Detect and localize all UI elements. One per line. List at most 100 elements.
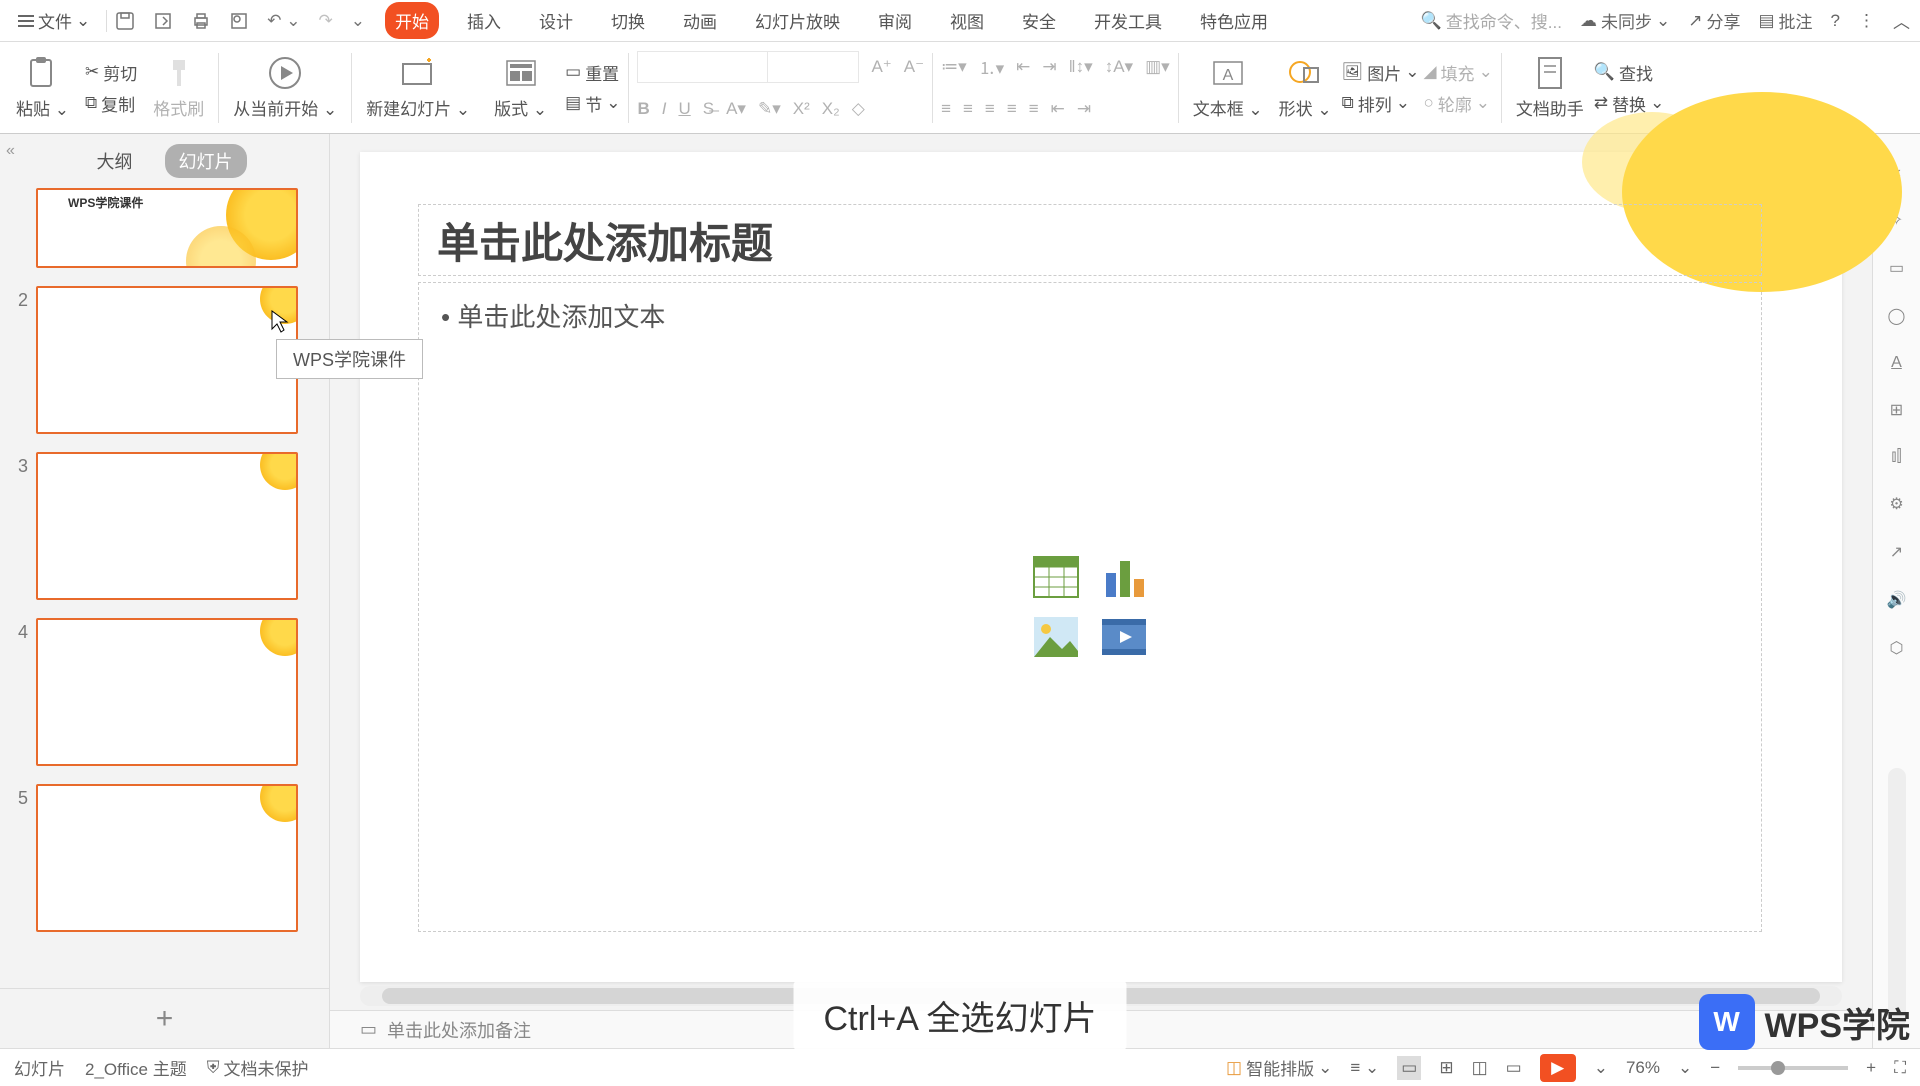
distribute-button[interactable]: ≡ xyxy=(1029,99,1039,119)
export-icon[interactable] xyxy=(153,11,173,31)
numbering-button[interactable]: ⒈▾ xyxy=(979,54,1005,79)
rt-chart-icon[interactable]: ⫾⫿ xyxy=(1891,448,1901,466)
tab-slideshow[interactable]: 幻灯片放映 xyxy=(745,2,850,39)
tab-addins[interactable]: 特色应用 xyxy=(1190,2,1278,39)
textbox-button[interactable]: A 文本框 ⌄ xyxy=(1187,55,1269,120)
insert-video-icon[interactable] xyxy=(1100,615,1148,659)
smart-layout-button[interactable]: ◫智能排版 ⌄ xyxy=(1226,1055,1332,1080)
redo-icon[interactable]: ↷ xyxy=(318,11,332,31)
tab-transitions[interactable]: 切换 xyxy=(601,2,655,39)
layout-button[interactable]: 版式 ⌄ xyxy=(488,55,553,120)
text-direction-button[interactable]: ↕A▾ xyxy=(1105,57,1133,77)
align-center-button[interactable]: ≡ xyxy=(963,99,973,119)
bold-button[interactable]: B xyxy=(637,99,649,119)
status-protection[interactable]: ⛨文档未保护 xyxy=(207,1055,309,1080)
font-name-input[interactable] xyxy=(638,52,768,82)
rt-circle-icon[interactable]: ◯ xyxy=(1888,306,1906,326)
superscript-button[interactable]: X² xyxy=(793,99,810,119)
collapse-ribbon-icon[interactable]: ︿ xyxy=(1893,8,1910,33)
rt-grid-icon[interactable]: ⊞ xyxy=(1890,400,1903,420)
find-button[interactable]: 🔍查找 xyxy=(1594,60,1665,85)
highlight-button[interactable]: ✎▾ xyxy=(758,99,781,119)
view-slideshow-icon[interactable]: ▭ xyxy=(1506,1058,1522,1078)
doc-helper-button[interactable]: 文档助手 xyxy=(1510,55,1590,120)
comment-button[interactable]: ▤批注 xyxy=(1758,8,1812,33)
copy-button[interactable]: ⧉复制 xyxy=(85,91,137,116)
insert-table-icon[interactable] xyxy=(1032,555,1080,599)
panel-tab-outline[interactable]: 大纲 xyxy=(83,144,147,178)
rt-export-icon[interactable]: ↗ xyxy=(1890,542,1903,562)
zoom-in-button[interactable]: + xyxy=(1866,1058,1876,1078)
insert-chart-icon[interactable] xyxy=(1100,555,1148,599)
fill-button[interactable]: ◢填充 ⌄ xyxy=(1423,60,1492,85)
qat-customize-icon[interactable]: ⌄ xyxy=(351,11,365,31)
preview-icon[interactable] xyxy=(229,11,249,31)
file-menu[interactable]: 文件 ⌄ xyxy=(10,4,98,37)
share-button[interactable]: ↗分享 xyxy=(1688,8,1740,33)
picture-button[interactable]: 🖼图片 ⌄ xyxy=(1342,60,1420,85)
outline-button[interactable]: ○轮廓 ⌄ xyxy=(1423,91,1492,116)
align-left-button[interactable]: ≡ xyxy=(941,99,951,119)
tab-review[interactable]: 审阅 xyxy=(868,2,922,39)
view-notes-icon[interactable]: ≡ ⌄ xyxy=(1350,1058,1379,1078)
format-painter-button[interactable]: 格式刷 xyxy=(147,55,210,120)
slide-thumbnail-3[interactable] xyxy=(36,452,298,600)
fit-window-icon[interactable]: ⛶ xyxy=(1894,1058,1906,1078)
vertical-scrollbar[interactable] xyxy=(1888,768,1906,1028)
from-current-button[interactable]: 从当前开始 ⌄ xyxy=(227,55,343,120)
panel-tab-slides[interactable]: 幻灯片 xyxy=(165,144,247,178)
view-sorter-icon[interactable]: ⊞ xyxy=(1439,1058,1453,1078)
arrange-button[interactable]: ⧉排列 ⌄ xyxy=(1342,91,1420,116)
cut-button[interactable]: ✂剪切 xyxy=(85,60,137,85)
zoom-out-button[interactable]: − xyxy=(1710,1058,1720,1078)
slide-thumbnail-5[interactable] xyxy=(36,784,298,932)
bullets-button[interactable]: ≔▾ xyxy=(941,57,967,77)
line-spacing-button[interactable]: ‖↕▾ xyxy=(1069,57,1093,77)
help-icon[interactable]: ? xyxy=(1831,11,1840,31)
more-icon[interactable]: ⋮ xyxy=(1858,11,1875,31)
rt-sound-icon[interactable]: 🔊 xyxy=(1887,590,1907,610)
font-size-input[interactable] xyxy=(768,52,858,82)
thumbnails-list[interactable]: WPS学院课件 2 3 4 xyxy=(0,188,329,988)
insert-image-icon[interactable] xyxy=(1032,615,1080,659)
decrease-font-icon[interactable]: A⁻ xyxy=(904,57,924,77)
play-button[interactable]: ▶ xyxy=(1540,1054,1576,1082)
reset-button[interactable]: ▭重置 xyxy=(565,60,620,85)
subscript-button[interactable]: X₂ xyxy=(822,99,840,119)
status-theme[interactable]: 2_Office 主题 xyxy=(85,1055,187,1080)
rt-select-icon[interactable]: ▭ xyxy=(1889,258,1904,278)
sync-button[interactable]: ☁未同步⌄ xyxy=(1580,8,1670,33)
italic-button[interactable]: I xyxy=(662,99,667,119)
indent-right-button[interactable]: ⇥ xyxy=(1077,99,1091,119)
collapse-panel-icon[interactable]: « xyxy=(6,142,15,160)
tab-start[interactable]: 开始 xyxy=(385,2,439,39)
tab-security[interactable]: 安全 xyxy=(1012,2,1066,39)
zoom-slider[interactable] xyxy=(1738,1066,1848,1070)
view-normal-icon[interactable]: ▭ xyxy=(1397,1056,1421,1080)
tab-developer[interactable]: 开发工具 xyxy=(1084,2,1172,39)
tab-view[interactable]: 视图 xyxy=(940,2,994,39)
tab-animations[interactable]: 动画 xyxy=(673,2,727,39)
justify-button[interactable]: ≡ xyxy=(1007,99,1017,119)
slide-thumbnail-2[interactable] xyxy=(36,286,298,434)
font-selector[interactable] xyxy=(637,51,859,83)
new-slide-button[interactable]: 新建幻灯片 ⌄ xyxy=(360,55,476,120)
tab-insert[interactable]: 插入 xyxy=(457,2,511,39)
title-placeholder[interactable]: 单击此处添加标题 xyxy=(418,204,1762,276)
slide-thumbnail-1[interactable]: WPS学院课件 xyxy=(36,188,298,268)
increase-indent-button[interactable]: ⇥ xyxy=(1042,57,1056,77)
paste-button[interactable]: 粘贴 ⌄ xyxy=(10,55,75,120)
increase-font-icon[interactable]: A⁺ xyxy=(871,57,891,77)
shapes-button[interactable]: 形状 ⌄ xyxy=(1273,55,1338,120)
content-placeholder[interactable]: 单击此处添加文本 xyxy=(418,282,1762,932)
section-button[interactable]: ▤节 ⌄ xyxy=(565,91,620,116)
decrease-indent-button[interactable]: ⇤ xyxy=(1016,57,1030,77)
columns-button[interactable]: ▥▾ xyxy=(1145,57,1170,77)
slide-thumbnail-4[interactable] xyxy=(36,618,298,766)
undo-icon[interactable]: ↶ ⌄ xyxy=(267,11,300,31)
rt-settings-icon[interactable]: ⚙ xyxy=(1889,494,1903,514)
print-icon[interactable] xyxy=(191,11,211,31)
underline-button[interactable]: U xyxy=(678,99,690,119)
strikethrough-button[interactable]: S̶ xyxy=(703,99,714,119)
rt-hex-icon[interactable]: ⬡ xyxy=(1890,638,1904,658)
